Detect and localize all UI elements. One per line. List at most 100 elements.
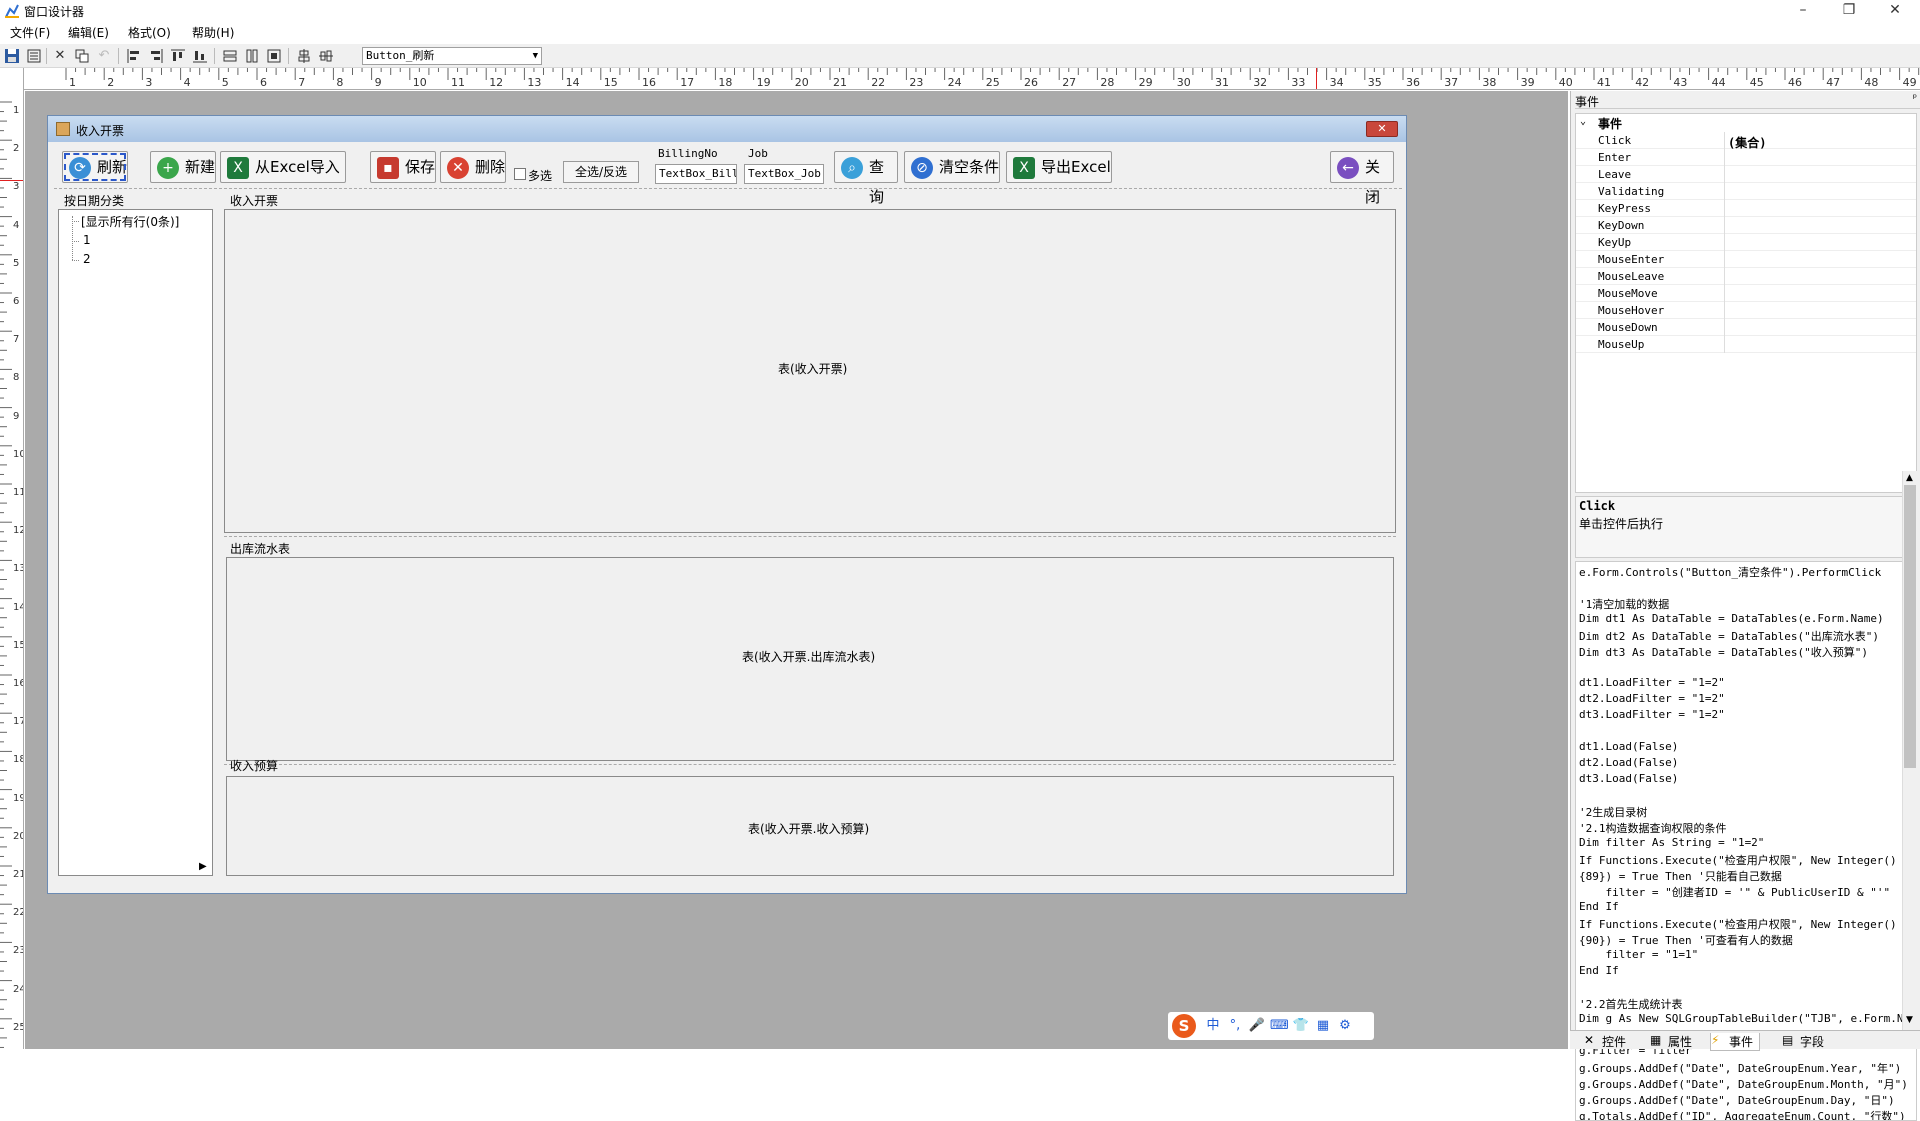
event-row[interactable]: Enter (1576, 149, 1916, 166)
main-table-grid[interactable]: 表(收入开票) (224, 209, 1396, 533)
query-button[interactable]: ⌕ 查询 (834, 151, 898, 206)
ruler-number: 8 (336, 76, 344, 89)
event-row[interactable]: MouseEnter (1576, 251, 1916, 268)
same-size-icon[interactable] (266, 48, 282, 64)
ruler-number: 42 (1635, 76, 1650, 89)
refresh-button[interactable]: ⟳ 刷新 (62, 151, 128, 183)
undo-icon[interactable]: ↶ (96, 48, 112, 64)
close-form-button[interactable]: ← 关闭 (1330, 151, 1394, 206)
code-scrollbar-thumb[interactable] (1904, 485, 1916, 768)
design-form[interactable]: 收入开票 ✕ ⟳ 刷新 + 新建 X 从Excel导入 ▪ 保存 ✕ 删除 多选… (47, 115, 1407, 894)
keyboard-icon[interactable]: ⌨ (1270, 1017, 1289, 1035)
copy-icon[interactable] (74, 48, 90, 64)
control-selector-dropdown[interactable]: Button_刷新 ▼ (362, 47, 542, 65)
ruler-number: 34 (1329, 76, 1344, 89)
skin-icon[interactable]: 👕 (1292, 1017, 1310, 1035)
save-button[interactable]: ▪ 保存 (370, 151, 436, 183)
scroll-up-icon[interactable]: ▲ (1906, 473, 1913, 483)
outflow-table-grid[interactable]: 表(收入开票.出库流水表) (226, 557, 1394, 761)
ruler-number: 28 (1100, 76, 1115, 89)
event-row[interactable]: MouseUp (1576, 336, 1916, 353)
tab-events[interactable]: ⚡ 事件 (1710, 1033, 1761, 1051)
event-row[interactable]: MouseMove (1576, 285, 1916, 302)
ime-punctuation-icon[interactable]: °, (1226, 1017, 1244, 1035)
event-row[interactable]: MouseLeave (1576, 268, 1916, 285)
menu-file[interactable]: 文件(F) (10, 24, 50, 41)
budget-table-grid[interactable]: 表(收入开票.收入预算) (226, 776, 1394, 876)
ruler-number: 1 (13, 105, 20, 116)
center-vertical-icon[interactable] (296, 48, 312, 64)
window-title: 窗口设计器 (24, 5, 85, 19)
event-row[interactable]: KeyPress (1576, 200, 1916, 217)
scroll-down-icon[interactable]: ▼ (1906, 1015, 1913, 1025)
minimize-button[interactable]: – (1780, 0, 1826, 22)
center-horizontal-icon[interactable] (318, 48, 334, 64)
tab-properties[interactable]: ▦ 属性 (1650, 1033, 1692, 1050)
event-row[interactable]: KeyUp (1576, 234, 1916, 251)
ruler-number: 7 (13, 334, 20, 346)
ruler-number: 12 (13, 525, 23, 537)
job-input[interactable]: TextBox_Job (744, 164, 824, 184)
clear-conditions-button[interactable]: ⊘ 清空条件 (904, 151, 1000, 183)
collapse-icon[interactable]: ⌄ (1580, 116, 1586, 127)
close-window-button[interactable]: ✕ (1872, 0, 1918, 22)
ime-chinese-mode-icon[interactable]: 中 (1204, 1017, 1222, 1035)
new-button[interactable]: + 新建 (150, 151, 216, 183)
event-row[interactable]: Click (集合) (1576, 132, 1916, 150)
form-close-icon[interactable]: ✕ (1366, 121, 1398, 137)
event-name: KeyUp (1598, 236, 1632, 249)
delete-button[interactable]: ✕ 删除 (440, 151, 506, 183)
tree-item[interactable]: [显示所有行(0条)] (81, 213, 179, 230)
tab-fields[interactable]: ▤ 字段 (1782, 1033, 1824, 1050)
ruler-number: 22 (871, 76, 886, 89)
export-excel-button[interactable]: X 导出Excel (1006, 151, 1112, 183)
billing-no-input[interactable]: TextBox_Billi (655, 164, 737, 184)
cut-icon[interactable]: ✕ (52, 48, 68, 64)
event-name: KeyPress (1598, 202, 1651, 215)
align-top-icon[interactable] (170, 48, 186, 64)
event-row[interactable]: Leave (1576, 166, 1916, 183)
events-group-label: 事件 (1598, 117, 1623, 131)
align-left-icon[interactable] (126, 48, 142, 64)
ime-toolbar[interactable]: S 中 °, 🎤 ⌨ 👕 ▦ ⚙ (1168, 1012, 1374, 1040)
column-divider (1724, 183, 1725, 200)
ruler-number: 18 (13, 754, 23, 766)
align-right-icon[interactable] (148, 48, 164, 64)
menu-format[interactable]: 格式(O) (128, 24, 171, 41)
microphone-icon[interactable]: 🎤 (1248, 1017, 1266, 1035)
event-row[interactable]: MouseDown (1576, 319, 1916, 336)
menu-edit[interactable]: 编辑(E) (68, 24, 109, 41)
event-row[interactable]: MouseHover (1576, 302, 1916, 319)
splitter[interactable] (224, 536, 1396, 537)
resize-grip-icon[interactable]: ▶ (199, 861, 207, 872)
tab-controls[interactable]: ✕ 控件 (1584, 1033, 1626, 1050)
ruler-number: 6 (13, 296, 20, 307)
toolbox-icon[interactable]: ▦ (1314, 1017, 1332, 1035)
save-icon[interactable] (4, 48, 20, 64)
sogou-logo-icon[interactable]: S (1172, 1014, 1196, 1038)
date-tree[interactable]: [显示所有行(0条)] 1 2 ▶ (58, 209, 213, 876)
ruler-number: 15 (603, 76, 618, 89)
select-all-button[interactable]: 全选/反选 (563, 161, 639, 183)
form-title: 收入开票 (76, 124, 125, 138)
splitter[interactable] (224, 764, 1396, 765)
column-divider (1724, 149, 1725, 166)
event-row[interactable]: Validating (1576, 183, 1916, 200)
code-line: {90}) = True Then '可查看有人的数据 (1579, 934, 1793, 947)
same-height-icon[interactable] (244, 48, 260, 64)
pin-icon[interactable]: ᵖ (1913, 93, 1917, 104)
tree-item[interactable]: 1 (83, 233, 91, 247)
code-line: '2.2首先生成统计表 (1579, 998, 1683, 1011)
settings-icon[interactable]: ⚙ (1336, 1017, 1354, 1035)
menu-help[interactable]: 帮助(H) (192, 24, 234, 41)
events-grid[interactable]: ⌄ 事件 Click (集合) Enter Leave Validating KeyPre… (1575, 113, 1917, 493)
tree-item[interactable]: 2 (83, 252, 91, 266)
import-excel-button[interactable]: X 从Excel导入 (220, 151, 346, 183)
ruler-number: 14 (13, 601, 23, 613)
same-width-icon[interactable] (222, 48, 238, 64)
event-row[interactable]: KeyDown (1576, 217, 1916, 234)
multi-select-checkbox[interactable] (514, 168, 526, 180)
restore-button[interactable]: ❐ (1826, 0, 1872, 22)
align-bottom-icon[interactable] (192, 48, 208, 64)
properties-icon[interactable] (26, 48, 42, 64)
